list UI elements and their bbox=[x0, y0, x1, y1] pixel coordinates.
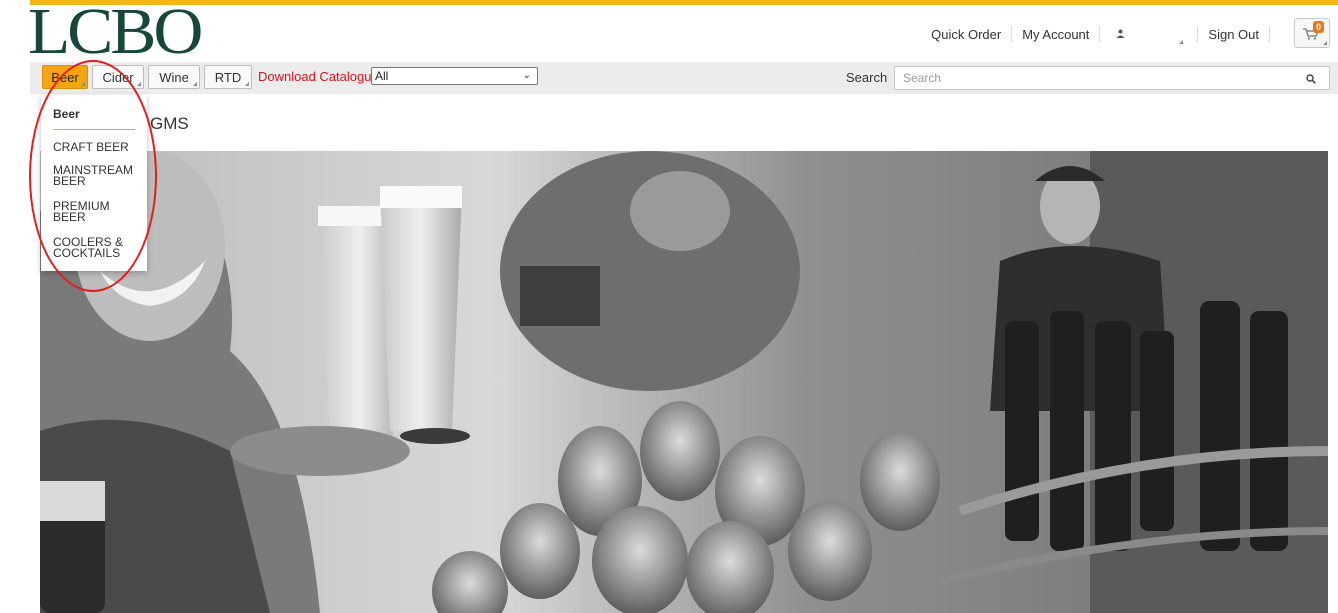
category-wine[interactable]: Wine bbox=[148, 65, 200, 89]
top-nav: Quick Order My Account Sign Out bbox=[921, 22, 1270, 46]
dropdown-divider bbox=[53, 129, 135, 130]
menu-item-mainstream-beer[interactable]: MAINSTREAM BEER bbox=[53, 164, 135, 187]
category-label: Cider bbox=[102, 69, 134, 85]
search-label: Search bbox=[846, 70, 888, 85]
download-catalogue-link[interactable]: Download Catalogue bbox=[258, 69, 379, 84]
cart-count-badge: 0 bbox=[1312, 21, 1324, 33]
category-beer[interactable]: Beer bbox=[42, 65, 88, 89]
category-rtd[interactable]: RTD bbox=[204, 65, 252, 89]
my-account-link[interactable]: My Account bbox=[1012, 27, 1099, 42]
lcbo-logo[interactable]: LCBO bbox=[28, 0, 203, 66]
top-accent-bar bbox=[30, 0, 1338, 5]
magnifier-icon[interactable] bbox=[1306, 71, 1316, 89]
category-label: RTD bbox=[214, 69, 242, 85]
quick-order-link[interactable]: Quick Order bbox=[921, 27, 1011, 42]
hero-banner-image bbox=[40, 151, 1328, 613]
category-cider[interactable]: Cider bbox=[92, 65, 144, 89]
filter-value: All bbox=[375, 69, 389, 83]
catalogue-filter-select[interactable]: All ⌄ bbox=[371, 67, 538, 85]
divider bbox=[1269, 26, 1270, 42]
menu-item-premium-beer[interactable]: PREMIUM BEER bbox=[53, 200, 113, 223]
search-input[interactable] bbox=[894, 66, 1330, 90]
dropdown-heading[interactable]: Beer bbox=[53, 107, 80, 121]
category-nav-bar: Beer Cider Wine RTD Download Catalogue A… bbox=[30, 62, 1338, 94]
chevron-down-icon: ⌄ bbox=[522, 70, 531, 81]
beer-dropdown-menu: Beer CRAFT BEER MAINSTREAM BEER PREMIUM … bbox=[41, 95, 147, 271]
page-title: GMS bbox=[150, 114, 189, 133]
menu-item-coolers-cocktails[interactable]: COOLERS & COCKTAILS bbox=[53, 236, 135, 259]
menu-item-craft-beer[interactable]: CRAFT BEER bbox=[53, 141, 143, 153]
person-icon[interactable] bbox=[1100, 27, 1143, 41]
sign-out-link[interactable]: Sign Out bbox=[1198, 27, 1269, 42]
cart-button[interactable]: 0 bbox=[1294, 18, 1330, 48]
category-label: Beer bbox=[51, 69, 79, 85]
category-label: Wine bbox=[159, 69, 189, 85]
